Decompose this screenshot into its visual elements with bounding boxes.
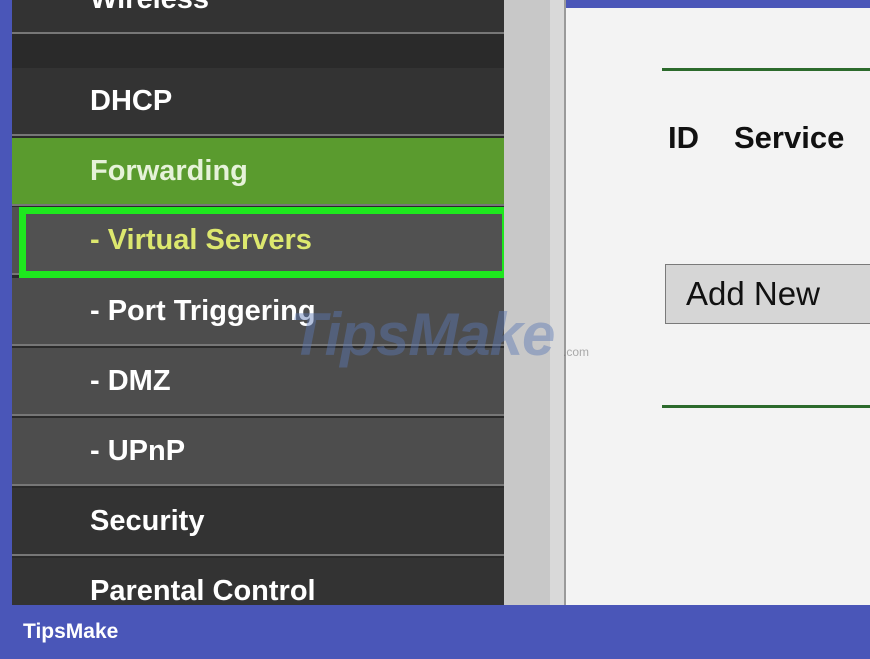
- column-header-id: ID: [668, 120, 699, 155]
- sidebar-item-port-triggering[interactable]: - Port Triggering: [12, 278, 504, 346]
- left-border: [0, 0, 12, 605]
- sidebar-item-wireless[interactable]: Wireless: [12, 0, 504, 34]
- sidebar-item-dmz[interactable]: - DMZ: [12, 348, 504, 416]
- panel-divider: [550, 0, 566, 605]
- router-admin-screenshot: Wireless DHCP Forwarding - Virtual Serve…: [0, 0, 870, 659]
- sidebar-item-label: - DMZ: [90, 364, 171, 397]
- sidebar-scrollbar[interactable]: [504, 0, 550, 605]
- sidebar-menu: Wireless DHCP Forwarding - Virtual Serve…: [12, 0, 504, 605]
- sidebar-item-virtual-servers[interactable]: - Virtual Servers: [12, 207, 504, 275]
- sidebar-item-label: - Virtual Servers: [90, 223, 312, 256]
- section-divider: [662, 405, 870, 408]
- sidebar-item-label: DHCP: [90, 84, 173, 117]
- sidebar-item-security[interactable]: Security: [12, 488, 504, 556]
- sidebar-item-forwarding[interactable]: Forwarding: [12, 138, 504, 206]
- sidebar-item-upnp[interactable]: - UPnP: [12, 418, 504, 486]
- footer-brand: TipsMake: [23, 620, 119, 643]
- brand-footer: TipsMake: [0, 605, 870, 659]
- sidebar-item-label: Wireless: [90, 0, 209, 16]
- sidebar-item-dhcp[interactable]: DHCP: [12, 68, 504, 136]
- virtual-servers-panel: ID Service Add New: [568, 8, 870, 605]
- sidebar-item-label: - Port Triggering: [90, 294, 316, 327]
- sidebar-item-label: Parental Control: [90, 574, 316, 606]
- sidebar-item-label: - UPnP: [90, 434, 186, 467]
- section-divider: [662, 68, 870, 71]
- column-header-service: Service: [734, 120, 845, 155]
- sidebar-item-label: Security: [90, 504, 205, 537]
- sidebar-item-parental-control[interactable]: Parental Control: [12, 558, 504, 605]
- add-new-button[interactable]: Add New: [665, 264, 870, 324]
- sidebar-item-label: Forwarding: [90, 154, 248, 187]
